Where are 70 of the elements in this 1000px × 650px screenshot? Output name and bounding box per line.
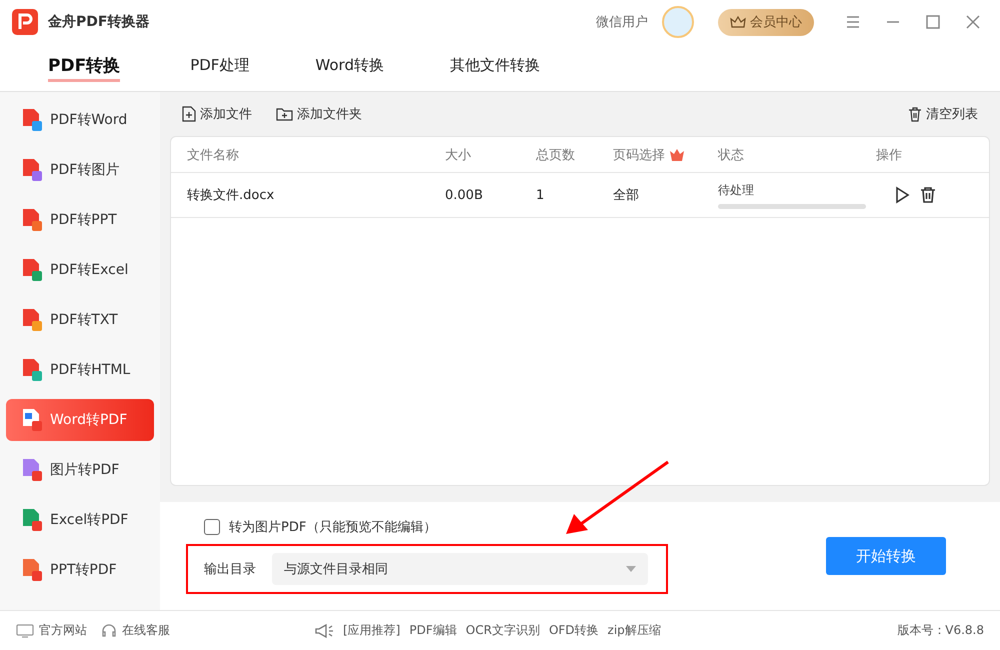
add-file-button[interactable]: 添加文件 <box>182 105 252 123</box>
promo-link[interactable]: zip解压缩 <box>608 622 661 639</box>
file-icon <box>22 558 44 582</box>
file-icon <box>22 508 44 532</box>
menu-icon <box>846 16 860 28</box>
file-icon <box>22 108 44 132</box>
promo-link[interactable]: OFD转换 <box>548 622 599 639</box>
file-icon <box>22 158 44 182</box>
tab[interactable]: PDF处理 <box>190 56 250 80</box>
tab[interactable]: Word转换 <box>315 56 384 80</box>
headset-icon <box>101 622 117 638</box>
checkbox-label: 转为图片PDF（只能预览不能编辑） <box>229 519 436 536</box>
window-title: 金舟PDF转换器 <box>48 13 150 31</box>
status-text: 待处理 <box>718 182 755 198</box>
add-folder-icon <box>276 107 293 121</box>
checkbox[interactable] <box>204 519 220 535</box>
file-icon <box>22 458 44 482</box>
version-text: 版本号：V6.8.8 <box>897 622 984 639</box>
file-icon <box>22 208 44 232</box>
file-icon <box>22 308 44 332</box>
table-cell-text: 转换文件.docx <box>187 187 276 204</box>
sidebar-item[interactable]: PDF转TXT <box>6 299 154 341</box>
table-cell-text: 0.00B <box>445 188 484 202</box>
sidebar-item[interactable]: Word转PDF <box>6 399 154 441</box>
promo-link[interactable]: [应用推荐] <box>343 622 400 639</box>
column-header: 总页数 <box>536 146 576 164</box>
add-file-icon <box>182 106 196 122</box>
tab[interactable]: 其他文件转换 <box>450 56 540 80</box>
column-header: 状态 <box>718 146 745 164</box>
sidebar-item[interactable]: Excel转PDF <box>6 499 154 541</box>
table-cell-text: 全部 <box>613 187 640 204</box>
caret-icon <box>626 566 636 572</box>
sidebar-item[interactable]: PDF转HTML <box>6 349 154 391</box>
monitor-icon <box>16 624 34 638</box>
column-header: 页码选择 <box>613 146 718 164</box>
output-label: 输出目录 <box>204 561 256 578</box>
add-folder-button[interactable]: 添加文件夹 <box>276 105 362 123</box>
column-header: 操作 <box>876 146 903 164</box>
table-cell-text: 1 <box>536 188 546 202</box>
promo-link[interactable]: PDF编辑 <box>409 622 457 639</box>
tab[interactable]: PDF转换 <box>48 54 120 82</box>
column-header: 文件名称 <box>187 146 240 164</box>
clear-list-button[interactable]: 清空列表 <box>908 105 978 123</box>
file-icon <box>22 358 44 382</box>
play-button[interactable] <box>894 186 910 204</box>
trash-icon <box>908 106 922 122</box>
megaphone-icon <box>314 622 334 638</box>
sidebar-item[interactable]: PDF转Word <box>6 99 154 141</box>
sidebar-item[interactable]: PDF转PPT <box>6 199 154 241</box>
app-logo-icon <box>12 9 38 35</box>
sidebar-item[interactable]: PDF转Excel <box>6 249 154 291</box>
vip-button[interactable]: 会员中心 <box>718 8 814 36</box>
website-link[interactable]: 官方网站 <box>16 622 87 639</box>
trash-icon <box>920 186 936 204</box>
output-dropdown[interactable]: 与源文件目录相同 <box>272 553 648 585</box>
close-icon <box>966 15 980 29</box>
sidebar-item[interactable]: 图片转PDF <box>6 449 154 491</box>
user-name[interactable]: 微信用户 <box>596 13 648 31</box>
maximize-icon <box>926 15 940 29</box>
promo-link[interactable]: OCR文字识别 <box>466 622 540 639</box>
column-header: 大小 <box>445 146 472 164</box>
delete-button[interactable] <box>920 186 936 204</box>
file-icon <box>22 258 44 282</box>
file-icon <box>22 408 44 432</box>
sidebar-item[interactable]: PPT转PDF <box>6 549 154 591</box>
support-link[interactable]: 在线客服 <box>101 622 170 639</box>
crown-icon <box>669 148 685 162</box>
sidebar-item[interactable]: PDF转图片 <box>6 149 154 191</box>
play-icon <box>894 186 910 204</box>
crown-icon <box>730 15 746 29</box>
